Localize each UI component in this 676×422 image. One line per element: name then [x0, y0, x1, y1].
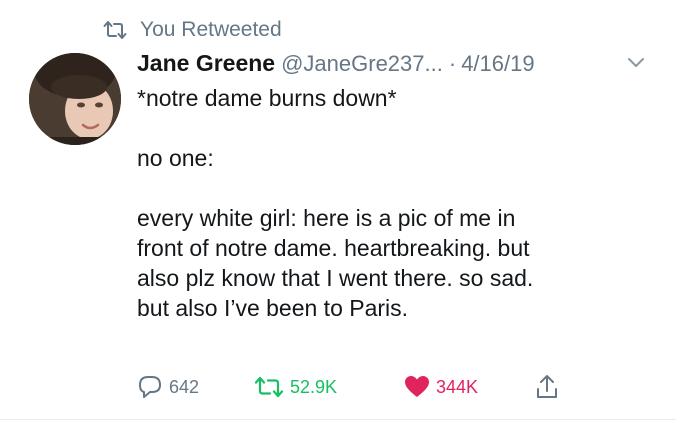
divider — [0, 419, 676, 420]
retweet-button[interactable]: 52.9K — [254, 372, 337, 402]
author-handle[interactable]: @JaneGre237... — [281, 49, 443, 79]
tweet-header: Jane Greene @JaneGre237... · 4/16/19 — [137, 48, 647, 79]
retweet-icon — [254, 375, 284, 399]
reply-count: 642 — [169, 376, 200, 397]
author-display-name[interactable]: Jane Greene — [137, 48, 275, 78]
share-icon — [535, 374, 559, 400]
tweet-content: Jane Greene @JaneGre237... · 4/16/19 *no… — [137, 48, 647, 323]
reply-button[interactable]: 642 — [137, 372, 199, 402]
retweet-context-label: You Retweeted — [140, 18, 282, 41]
tweet-date[interactable]: 4/16/19 — [461, 49, 534, 79]
retweet-count: 52.9K — [290, 376, 338, 397]
separator-dot: · — [448, 51, 457, 76]
share-button[interactable] — [535, 372, 559, 402]
avatar[interactable] — [29, 53, 121, 145]
retweet-context: You Retweeted — [103, 17, 282, 43]
heart-icon — [404, 375, 430, 399]
chevron-down-icon[interactable] — [627, 56, 645, 68]
reply-icon — [137, 375, 163, 399]
tweet: You Retweeted Jane Greene @JaneGre237...… — [0, 0, 676, 422]
tweet-actions: 642 52.9K 344K — [137, 372, 617, 402]
retweet-icon — [103, 20, 127, 40]
like-count: 344K — [436, 376, 479, 397]
like-button[interactable]: 344K — [404, 372, 478, 402]
tweet-text: *notre dame burns down* no one: every wh… — [137, 85, 534, 321]
